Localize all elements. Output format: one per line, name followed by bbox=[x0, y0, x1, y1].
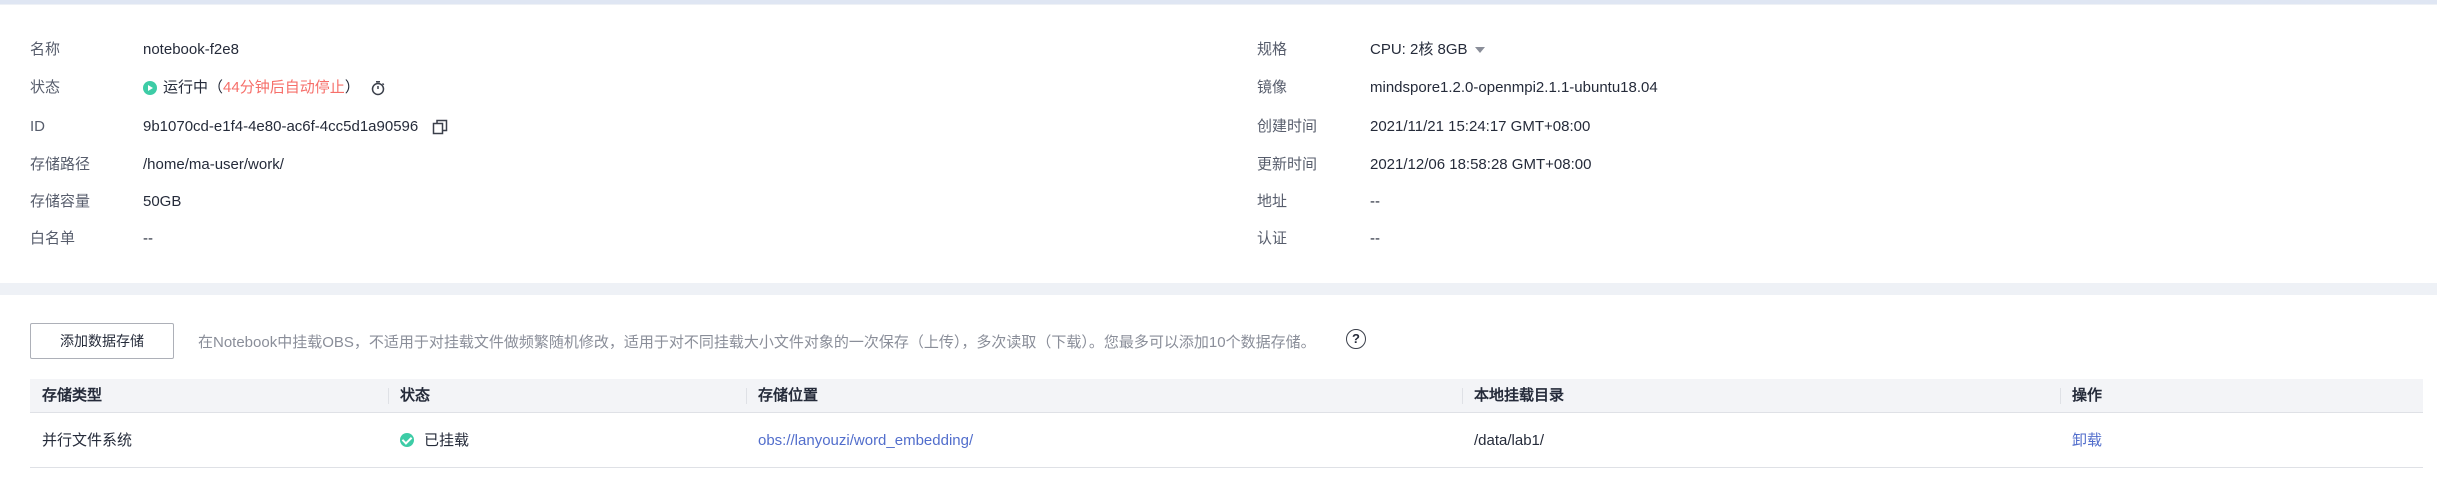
col-mount-dir: 本地挂载目录 bbox=[1462, 379, 2060, 413]
col-storage-type: 存储类型 bbox=[42, 387, 103, 404]
data-storage-panel: 添加数据存储 在Notebook中挂载OBS，不适用于对挂载文件做频繁随机修改，… bbox=[0, 295, 2437, 480]
help-icon[interactable]: ? bbox=[1346, 329, 1366, 349]
unmount-link[interactable]: 卸载 bbox=[2072, 413, 2102, 468]
table-row: 并行文件系统 已挂载 obs://lanyouzi/word_embedding… bbox=[30, 413, 2423, 468]
col-status: 状态 bbox=[388, 379, 746, 413]
col-actions: 操作 bbox=[2060, 379, 2423, 413]
image-label: 镜像 bbox=[1257, 79, 1288, 96]
storage-table: 存储类型 状态 存储位置 本地挂载目录 操作 并行文件系统 已挂载 obs://… bbox=[30, 379, 2423, 468]
image-value: mindspore1.2.0-openmpi2.1.1-ubuntu18.04 bbox=[1370, 79, 1658, 96]
paren-open: （ bbox=[208, 79, 224, 96]
whitelist-value: -- bbox=[143, 230, 153, 247]
cell-storage-type: 并行文件系统 bbox=[42, 431, 133, 449]
spec-label: 规格 bbox=[1257, 41, 1288, 58]
status-label: 状态 bbox=[30, 79, 61, 96]
cell-storage-location: obs://lanyouzi/word_embedding/ bbox=[746, 413, 1462, 467]
cell-actions: 卸载 bbox=[2060, 413, 2423, 467]
name-label: 名称 bbox=[30, 41, 61, 58]
whitelist-label: 白名单 bbox=[30, 230, 76, 247]
storage-capacity-label: 存储容量 bbox=[30, 193, 91, 210]
storage-path-label: 存储路径 bbox=[30, 156, 91, 173]
updated-value: 2021/12/06 18:58:28 GMT+08:00 bbox=[1370, 156, 1592, 173]
auto-stop-text: 44分钟后自动停止 bbox=[223, 79, 345, 96]
storage-capacity-value: 50GB bbox=[143, 193, 182, 210]
top-border bbox=[0, 0, 2437, 4]
storage-path-value: /home/ma-user/work/ bbox=[143, 156, 284, 173]
id-value: 9b1070cd-e1f4-4e80-ac6f-4cc5d1a90596 bbox=[143, 117, 448, 137]
auth-value: -- bbox=[1370, 230, 1380, 247]
spec-value[interactable]: CPU: 2核 8GB bbox=[1370, 40, 1485, 60]
table-header: 存储类型 状态 存储位置 本地挂载目录 操作 bbox=[30, 379, 2423, 413]
paren-close: ） bbox=[344, 79, 360, 96]
caret-down-icon[interactable] bbox=[1474, 47, 1485, 53]
id-label: ID bbox=[30, 118, 45, 135]
cell-mount-dir: /data/lab1/ bbox=[1474, 431, 1545, 449]
address-label: 地址 bbox=[1257, 193, 1288, 210]
cell-status: 已挂载 bbox=[388, 413, 746, 467]
updated-label: 更新时间 bbox=[1257, 156, 1318, 173]
running-icon bbox=[143, 81, 157, 95]
storage-hint: 在Notebook中挂载OBS，不适用于对挂载文件做频繁随机修改，适用于对不同挂… bbox=[198, 334, 1316, 351]
status-text: 运行中 bbox=[163, 79, 209, 96]
status-value: 运行中 （ 44分钟后自动停止 ） bbox=[143, 78, 386, 98]
id-text: 9b1070cd-e1f4-4e80-ac6f-4cc5d1a90596 bbox=[143, 118, 419, 135]
mounted-check-icon bbox=[400, 433, 414, 447]
timer-icon[interactable] bbox=[370, 80, 386, 96]
add-data-storage-button[interactable]: 添加数据存储 bbox=[30, 323, 174, 359]
auth-label: 认证 bbox=[1257, 230, 1288, 247]
spec-text: CPU: 2核 8GB bbox=[1370, 41, 1468, 58]
col-storage-location: 存储位置 bbox=[746, 379, 1462, 413]
created-label: 创建时间 bbox=[1257, 118, 1318, 135]
address-value: -- bbox=[1370, 193, 1380, 210]
mounted-text: 已挂载 bbox=[424, 431, 470, 449]
notebook-details-panel: 名称 notebook-f2e8 状态 运行中 （ 44分钟后自动停止 ） ID… bbox=[0, 5, 2437, 283]
storage-location-link[interactable]: obs://lanyouzi/word_embedding/ bbox=[758, 413, 973, 468]
created-value: 2021/11/21 15:24:17 GMT+08:00 bbox=[1370, 118, 1591, 135]
copy-icon[interactable] bbox=[432, 119, 448, 135]
name-value: notebook-f2e8 bbox=[143, 41, 239, 58]
